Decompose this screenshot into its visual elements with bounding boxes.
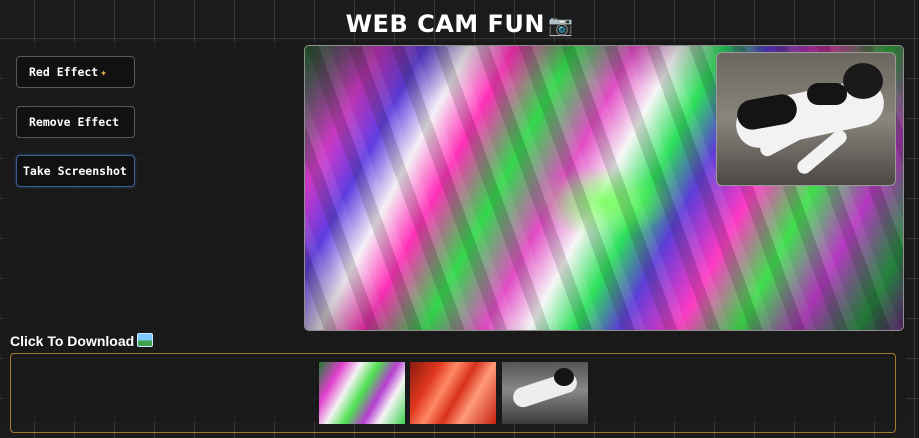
webcam-preview-video (716, 52, 896, 186)
page-title: WEB CAM FUN 📷 (0, 10, 919, 38)
take-screenshot-label: Take Screenshot (23, 164, 127, 178)
download-label-text: Click To Download (10, 333, 135, 349)
red-effect-button[interactable]: Red Effect ✦ (16, 56, 135, 88)
page-title-text: WEB CAM FUN (345, 10, 545, 38)
take-screenshot-button[interactable]: Take Screenshot (16, 155, 135, 187)
screenshot-thumbnail-glitch[interactable] (319, 362, 405, 424)
picture-icon (137, 333, 154, 347)
camera-icon: 📷 (548, 13, 574, 37)
remove-effect-label: Remove Effect (29, 115, 120, 129)
magic-wand-icon: ✦ (100, 65, 107, 79)
remove-effect-button[interactable]: Remove Effect (16, 106, 135, 138)
screenshot-thumbnail-original[interactable] (502, 362, 588, 424)
red-effect-label: Red Effect (29, 65, 99, 79)
screenshot-thumbnail-red[interactable] (410, 362, 496, 424)
download-label: Click To Download (10, 333, 154, 349)
